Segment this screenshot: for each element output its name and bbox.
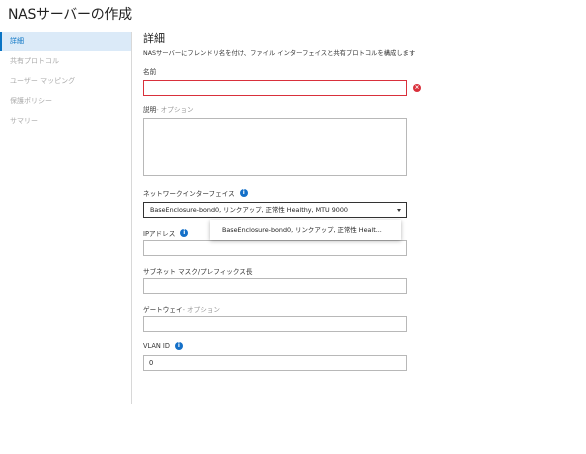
subnet-label-text: サブネット マスク/プレフィックス長: [143, 268, 253, 276]
network-interface-select[interactable]: BaseEnclosure-bond0, リンクアップ, 正常性 Healthy…: [143, 202, 407, 218]
gateway-label-text: ゲートウェイ: [143, 306, 183, 314]
info-icon[interactable]: i: [239, 189, 248, 197]
info-icon[interactable]: i: [180, 229, 189, 237]
details-panel: 詳細 NASサーバーにフレンドリ名を付け、ファイル インターフェイスと共有プロト…: [143, 0, 583, 454]
description-optional-text: - オプション: [156, 106, 194, 114]
subnet-label: サブネット マスク/プレフィックス長: [143, 266, 253, 276]
ip-address-label-text: IPアドレス: [143, 230, 176, 238]
ip-address-input[interactable]: [143, 240, 407, 256]
description-label: 説明 - オプション: [143, 104, 194, 114]
network-interface-label: ネットワークインターフェイス i: [143, 188, 248, 198]
network-interface-selected: BaseEnclosure-bond0, リンクアップ, 正常性 Healthy…: [150, 206, 348, 214]
vlan-label: VLAN ID i: [143, 342, 183, 350]
sidebar-item-sharing-protocols[interactable]: 共有プロトコル: [0, 52, 131, 71]
name-input[interactable]: [143, 80, 407, 96]
sidebar-item-user-mapping[interactable]: ユーザー マッピング: [0, 72, 131, 91]
ip-address-label: IPアドレス i: [143, 228, 189, 238]
network-interface-label-text: ネットワークインターフェイス: [143, 190, 235, 198]
name-label: 名前: [143, 66, 156, 76]
chevron-down-icon: [397, 209, 401, 212]
name-label-text: 名前: [143, 68, 157, 76]
page-title: NASサーバーの作成: [8, 7, 132, 23]
description-textarea[interactable]: [143, 118, 407, 176]
sidebar-item-details[interactable]: 詳細: [0, 32, 131, 51]
network-interface-option[interactable]: BaseEnclosure-bond0, リンクアップ, 正常性 Healt..…: [210, 220, 401, 240]
error-icon: ×: [413, 84, 421, 92]
gateway-optional-text: - オプション: [182, 306, 221, 314]
vlan-input[interactable]: 0: [143, 355, 407, 371]
wizard-sidebar: 詳細 共有プロトコル ユーザー マッピング 保護ポリシー サマリー: [0, 32, 132, 404]
gateway-input[interactable]: [143, 316, 407, 332]
subnet-input[interactable]: [143, 278, 407, 294]
info-icon[interactable]: i: [174, 342, 183, 350]
description-label-text: 説明: [143, 106, 157, 114]
section-description: NASサーバーにフレンドリ名を付け、ファイル インターフェイスと共有プロトコルを…: [143, 50, 416, 57]
sidebar-item-summary[interactable]: サマリー: [0, 112, 131, 131]
sidebar-item-protection-policy[interactable]: 保護ポリシー: [0, 92, 131, 111]
section-heading: 詳細: [143, 32, 165, 45]
vlan-label-text: VLAN ID: [143, 342, 170, 350]
gateway-label: ゲートウェイ - オプション: [143, 304, 220, 314]
